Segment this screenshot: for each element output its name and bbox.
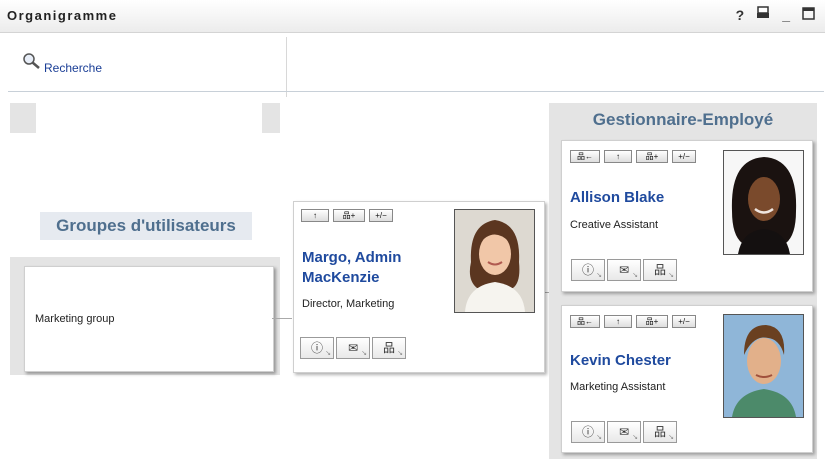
expand-reports-button[interactable]: 品+ (333, 209, 365, 222)
person-title: Creative Assistant (570, 219, 659, 231)
help-icon[interactable]: ? (736, 6, 745, 24)
org-chart-button[interactable]: 品 ↘ (372, 337, 406, 359)
toggle-button[interactable]: +/− (672, 315, 696, 328)
window-controls: ? _ (736, 6, 815, 24)
email-button[interactable]: ✉ ↘ (607, 259, 641, 281)
person-name[interactable]: Margo, Admin MacKenzie (302, 248, 401, 288)
manager-panel-title: Gestionnaire-Employé (592, 110, 774, 129)
print-icon[interactable] (756, 6, 770, 24)
header-divider (286, 37, 287, 97)
go-up-button[interactable]: ↑ (604, 150, 632, 163)
email-button[interactable]: ✉ ↘ (607, 421, 641, 443)
connector-group (272, 318, 292, 319)
photo-kevin (723, 314, 804, 418)
magnifier-icon (22, 52, 42, 75)
org-chart-button[interactable]: 品 ↘ (643, 421, 677, 443)
photo-margo (454, 209, 535, 313)
groups-panel-header (10, 103, 280, 133)
maximize-icon[interactable] (802, 6, 815, 24)
expand-reports-button[interactable]: 品+ (636, 150, 668, 163)
person-card-allison: 品← ↑ 品+ +/− Allison Blake Creative Assis… (561, 140, 813, 292)
window-title: Organigramme (7, 8, 118, 23)
card-toolbar: 品← ↑ 品+ +/− (570, 150, 696, 163)
person-card-margo: ↑ 品+ +/− Margo, Admin MacKenzie Director… (293, 201, 545, 373)
email-button[interactable]: ✉ ↘ (336, 337, 370, 359)
info-button[interactable]: ⓘ ↘ (300, 337, 334, 359)
show-manager-button[interactable]: 品← (570, 315, 600, 328)
card-actions: ⓘ ↘ ✉ ↘ 品 ↘ (571, 421, 677, 443)
toggle-button[interactable]: +/− (672, 150, 696, 163)
search-label: Recherche (44, 61, 103, 75)
person-name[interactable]: Kevin Chester (570, 351, 671, 371)
groups-panel-title: Groupes d'utilisateurs (40, 212, 252, 240)
card-actions: ⓘ ↘ ✉ ↘ 品 ↘ (571, 259, 677, 281)
search-link[interactable]: Recherche (22, 52, 102, 75)
person-card-kevin: 品← ↑ 品+ +/− Kevin Chester Marketing Assi… (561, 305, 813, 453)
minimize-icon[interactable]: _ (782, 6, 790, 24)
toggle-button[interactable]: +/− (369, 209, 393, 222)
person-name[interactable]: Allison Blake (570, 188, 664, 208)
info-button[interactable]: ⓘ ↘ (571, 259, 605, 281)
group-card-marketing[interactable]: Marketing group (24, 266, 274, 372)
go-up-button[interactable]: ↑ (301, 209, 329, 222)
go-up-button[interactable]: ↑ (604, 315, 632, 328)
title-bar: Organigramme ? _ (0, 0, 825, 33)
card-toolbar: ↑ 品+ +/− (301, 209, 393, 222)
show-manager-button[interactable]: 品← (570, 150, 600, 163)
person-title: Marketing Assistant (570, 381, 666, 393)
person-title: Director, Marketing (302, 298, 395, 310)
photo-allison (723, 150, 804, 255)
org-chart-button[interactable]: 品 ↘ (643, 259, 677, 281)
group-name: Marketing group (35, 313, 115, 325)
card-actions: ⓘ ↘ ✉ ↘ 品 ↘ (300, 337, 406, 359)
expand-reports-button[interactable]: 品+ (636, 315, 668, 328)
toolbar-divider (8, 91, 824, 92)
card-toolbar: 品← ↑ 品+ +/− (570, 315, 696, 328)
info-button[interactable]: ⓘ ↘ (571, 421, 605, 443)
